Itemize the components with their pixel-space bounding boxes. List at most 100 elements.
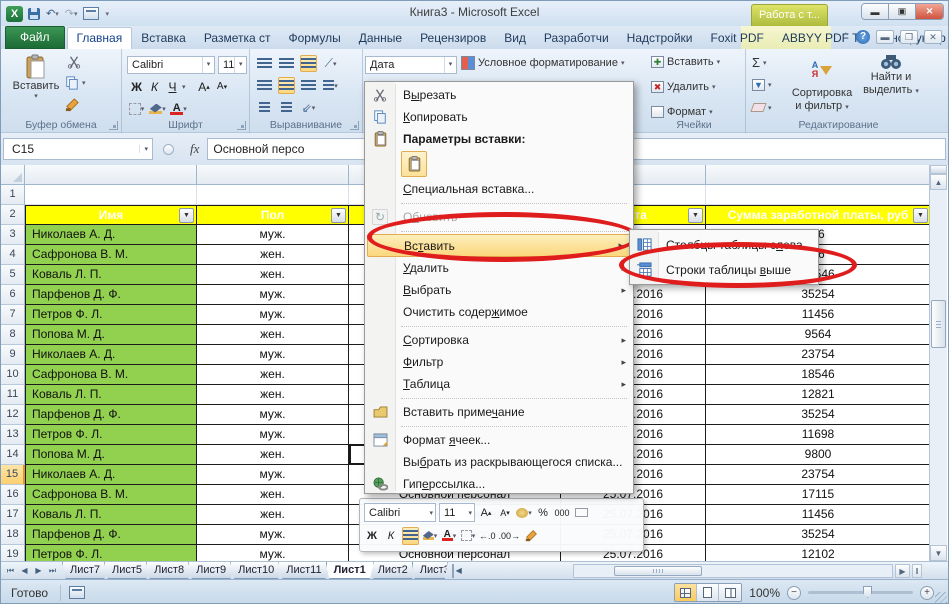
row-header-3[interactable]: 3 [1, 225, 25, 245]
shrink-font-button[interactable]: А▾ [214, 78, 231, 95]
mini-percent-button[interactable]: % [535, 504, 551, 522]
help-icon[interactable]: ? [856, 30, 870, 44]
cell-name-17[interactable]: Коваль Л. П. [25, 505, 197, 525]
cell-sum-14[interactable]: 9800 [706, 445, 931, 465]
increase-indent-button[interactable] [278, 99, 295, 116]
cell-gender-12[interactable]: муж. [197, 405, 349, 425]
row-header-1[interactable]: 1 [1, 185, 25, 205]
sheet-tab-лист7[interactable]: Лист7 [62, 562, 108, 579]
menu-item-filter[interactable]: Фильтр▸ [365, 351, 633, 373]
tab-вставка[interactable]: Вставка [132, 28, 195, 49]
table-header-name[interactable]: Имя▼ [25, 205, 197, 225]
mini-grow-font-button[interactable]: А▴ [478, 504, 494, 522]
prev-sheet-icon[interactable]: ◀ [18, 564, 31, 577]
scrollbar-resize-handle[interactable]: ‖ [912, 564, 922, 578]
name-box-dropdown-icon[interactable]: ▾ [139, 145, 152, 153]
sheet-tab-лист8[interactable]: Лист8 [146, 562, 192, 579]
mini-bold-button[interactable]: Ж [364, 527, 380, 545]
fill-button[interactable]: ▼▾ [752, 79, 772, 91]
redo-button[interactable]: ↷▾ [64, 6, 79, 22]
sort-filter-button[interactable]: АЯ Сортировкаи фильтр ▾ [790, 53, 854, 112]
mini-italic-button[interactable]: К [383, 527, 399, 545]
clipboard-dialog-launcher[interactable] [109, 121, 118, 130]
cell-sum-17[interactable]: 11456 [706, 505, 931, 525]
align-bottom-button[interactable] [300, 55, 317, 72]
cell-gender-11[interactable]: жен. [197, 385, 349, 405]
cell-sum-6[interactable]: 35254 [706, 285, 931, 305]
cell-gender-10[interactable]: жен. [197, 365, 349, 385]
number-format-combo[interactable]: Дата▾ [365, 56, 457, 74]
cell-sum-16[interactable]: 17115 [706, 485, 931, 505]
cell-name-13[interactable]: Петров Ф. Л. [25, 425, 197, 445]
submenu-item-table-rows-above[interactable]: Строки таблицы выше [630, 257, 818, 282]
align-middle-button[interactable] [278, 55, 295, 72]
tab-формулы[interactable]: Формулы [280, 28, 350, 49]
filter-dropdown-icon[interactable]: ▼ [179, 208, 194, 223]
menu-item-select[interactable]: Выбрать▸ [365, 279, 633, 301]
scroll-right-icon[interactable]: ▶ [895, 564, 910, 578]
column-header-e[interactable] [706, 165, 931, 185]
sheet-tab-лист5[interactable]: Лист5 [104, 562, 150, 579]
menu-item-refresh[interactable]: ↻Обновить [365, 206, 633, 228]
select-all-corner[interactable] [1, 165, 25, 185]
row-header-8[interactable]: 8 [1, 325, 25, 345]
cell-name-7[interactable]: Петров Ф. Л. [25, 305, 197, 325]
fill-color-button[interactable]: ▾ [149, 100, 166, 117]
mini-font-combo[interactable]: Calibri▾ [364, 503, 436, 522]
last-sheet-icon[interactable]: ⏭ [46, 564, 59, 577]
cell-name-9[interactable]: Николаев А. Д. [25, 345, 197, 365]
decrease-indent-button[interactable] [256, 99, 273, 116]
horizontal-scrollbar[interactable] [573, 564, 893, 578]
cell-name-4[interactable]: Сафронова В. М. [25, 245, 197, 265]
paste-button[interactable]: Вставить ▾ [11, 54, 61, 100]
split-handle[interactable] [930, 165, 947, 174]
menu-item-insert-comment[interactable]: Вставить примечание [365, 401, 633, 423]
font-color-button[interactable]: А▾ [170, 100, 187, 117]
cell-e1[interactable] [706, 185, 931, 205]
cell-sum-8[interactable]: 9564 [706, 325, 931, 345]
underline-dropdown-icon[interactable]: ▾ [182, 83, 186, 91]
close-button[interactable]: ✕ [916, 4, 943, 19]
orientation-button[interactable]: ⟋▾ [322, 55, 339, 72]
tab-split-handle[interactable]: ◀ [452, 564, 464, 578]
cell-gender-13[interactable]: муж. [197, 425, 349, 445]
column-header-b[interactable] [197, 165, 349, 185]
row-header-17[interactable]: 17 [1, 505, 25, 525]
row-header-2[interactable]: 2 [1, 205, 25, 225]
vertical-scrollbar[interactable]: ▲ ▼ [929, 165, 947, 561]
cell-sum-7[interactable]: 11456 [706, 305, 931, 325]
conditional-formatting-button[interactable]: Условное форматирование▾ [461, 56, 624, 70]
mini-fill-color-button[interactable]: ▾ [422, 527, 438, 545]
scroll-down-icon[interactable]: ▼ [930, 545, 947, 561]
merge-center-button[interactable]: ▾ [322, 77, 339, 94]
row-header-19[interactable]: 19 [1, 545, 25, 561]
page-layout-view-button[interactable] [697, 584, 719, 601]
page-break-view-button[interactable] [719, 584, 741, 601]
tab-разработчи[interactable]: Разработчи [535, 28, 618, 49]
fx-icon[interactable]: fx [190, 141, 199, 157]
grow-font-button[interactable]: А▴ [196, 78, 213, 95]
sheet-tab-лист11[interactable]: Лист11 [278, 562, 329, 579]
sheet-tab-лист3[interactable]: Лист3 [412, 562, 448, 579]
tab-вид[interactable]: Вид [495, 28, 535, 49]
cell-sum-18[interactable]: 35254 [706, 525, 931, 545]
tab-главная[interactable]: Главная [67, 27, 133, 49]
mini-font-color-button[interactable]: А▾ [441, 527, 457, 545]
undo-button[interactable]: ↶▾ [45, 6, 60, 22]
menu-item-copy[interactable]: Копировать [365, 106, 633, 128]
find-select-button[interactable]: Найти ивыделить ▾ [858, 53, 924, 96]
collapse-ribbon-icon[interactable]: ⌃ [842, 32, 850, 43]
cell-sum-10[interactable]: 18546 [706, 365, 931, 385]
cell-gender-8[interactable]: жен. [197, 325, 349, 345]
sheet-tab-лист10[interactable]: Лист10 [230, 562, 282, 579]
menu-item-hyperlink[interactable]: Гиперссылка... [365, 473, 633, 495]
next-sheet-icon[interactable]: ▶ [32, 564, 45, 577]
cell-sum-12[interactable]: 35254 [706, 405, 931, 425]
format-cells-button[interactable]: Формат▾ [651, 106, 713, 118]
cell-a1[interactable] [25, 185, 197, 205]
row-header-9[interactable]: 9 [1, 345, 25, 365]
tab-надстройки[interactable]: Надстройки [618, 28, 702, 49]
mini-center-button[interactable] [402, 527, 419, 545]
filter-dropdown-icon[interactable]: ▼ [331, 208, 346, 223]
mini-increase-decimal-button[interactable]: ←.0 [479, 527, 496, 545]
